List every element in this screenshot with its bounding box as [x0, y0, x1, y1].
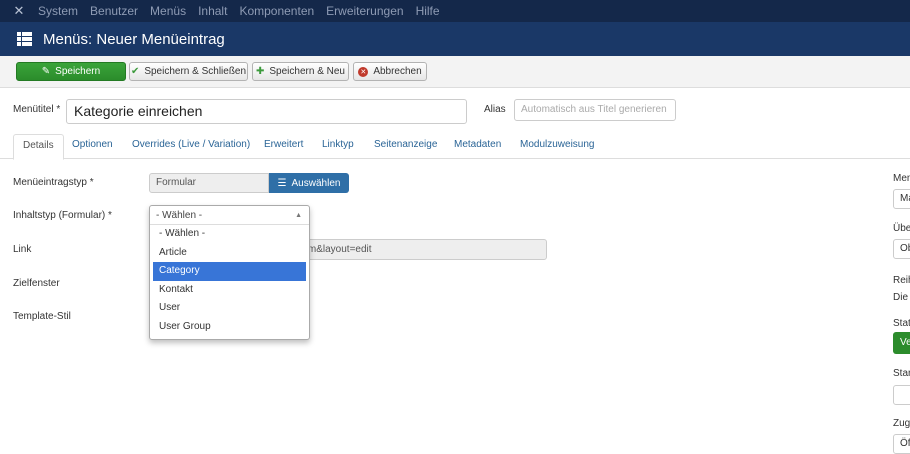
sidebar-label-home: Star — [893, 368, 910, 379]
select-button[interactable]: ☰ Auswählen — [269, 173, 349, 193]
tab-overrides[interactable]: Overrides (Live / Variation) — [132, 139, 250, 150]
cancel-button[interactable]: ✕ Abbrechen — [353, 62, 427, 81]
sidebar-parent-select[interactable]: Ob — [893, 239, 910, 259]
tab-metadaten[interactable]: Metadaten — [454, 139, 501, 150]
page-header: Menüs: Neuer Menüeintrag — [0, 22, 910, 56]
alias-label: Alias — [484, 104, 506, 115]
tab-details[interactable]: Details — [13, 134, 64, 160]
menu-inhalt[interactable]: Inhalt — [198, 4, 227, 18]
sidebar-order-text: Die — [893, 292, 909, 303]
tab-erweitert[interactable]: Erweitert — [264, 139, 303, 150]
content-type-label: Inhaltstyp (Formular) * — [13, 210, 112, 221]
menu-benutzer[interactable]: Benutzer — [90, 4, 138, 18]
sidebar-status-button[interactable]: Ve — [893, 332, 910, 354]
tab-optionen[interactable]: Optionen — [72, 139, 113, 150]
tab-modulzuweisung[interactable]: Modulzuweisung — [520, 139, 595, 150]
content-type-dropdown[interactable]: - Wählen - ▲ - Wählen - Article Category… — [149, 205, 310, 340]
title-label: Menütitel * — [13, 104, 61, 115]
edit-icon: ✎ — [41, 66, 51, 77]
dropdown-option[interactable]: - Wählen - — [153, 225, 306, 244]
save-close-label: Speichern & Schließen — [144, 66, 247, 77]
plus-icon: ✚ — [256, 66, 265, 77]
check-icon: ✔ — [130, 66, 140, 77]
list-icon: ☰ — [277, 177, 287, 189]
menu-system[interactable]: System — [38, 4, 78, 18]
template-style-label: Template-Stil — [13, 311, 71, 322]
save-label: Speichern — [55, 66, 101, 77]
joomla-icon[interactable]: ✕ — [0, 3, 38, 19]
dropdown-option[interactable]: User Group — [153, 318, 306, 337]
sidebar-label-order: Reih — [893, 275, 910, 286]
cancel-icon: ✕ — [358, 66, 369, 77]
sidebar-label-status: Stat — [893, 318, 910, 329]
save-button[interactable]: ✎ Speichern — [16, 62, 126, 81]
menu-komponenten[interactable]: Komponenten — [239, 4, 314, 18]
tab-seitenanzeige[interactable]: Seitenanzeige — [374, 139, 437, 150]
caret-up-icon: ▲ — [295, 212, 302, 219]
menu-type-label: Menüeintragstyp * — [13, 177, 94, 188]
tab-linktyp[interactable]: Linktyp — [322, 139, 354, 150]
target-label: Zielfenster — [13, 278, 60, 289]
sidebar-label-menu: Men — [893, 173, 910, 184]
sidebar-access-select[interactable]: Öf — [893, 434, 910, 454]
select-button-label: Auswählen — [291, 177, 341, 189]
menu-menus[interactable]: Menüs — [150, 4, 186, 18]
menu-hilfe[interactable]: Hilfe — [416, 4, 440, 18]
dropdown-selected[interactable]: - Wählen - ▲ — [150, 206, 309, 225]
dropdown-selected-label: - Wählen - — [156, 210, 203, 221]
dropdown-option-highlighted[interactable]: Category — [153, 262, 306, 281]
link-label: Link — [13, 244, 32, 255]
dropdown-option[interactable]: Kontakt — [153, 281, 306, 300]
sidebar-label-parent: Übe — [893, 223, 910, 234]
sidebar-label-access: Zug — [893, 418, 910, 429]
list-icon — [17, 32, 33, 46]
top-menu-bar: ✕ System Benutzer Menüs Inhalt Komponent… — [0, 0, 910, 22]
sidebar-menu-select[interactable]: Ma — [893, 189, 910, 209]
save-close-button[interactable]: ✔ Speichern & Schließen — [129, 62, 248, 81]
sidebar-home-toggle[interactable] — [893, 385, 910, 405]
page-title: Menüs: Neuer Menüeintrag — [43, 30, 225, 48]
dropdown-options: - Wählen - Article Category Kontakt User… — [150, 225, 309, 336]
save-new-button[interactable]: ✚ Speichern & Neu — [252, 62, 349, 81]
alias-input[interactable]: Automatisch aus Titel generieren — [514, 99, 676, 121]
title-input[interactable]: Kategorie einreichen — [66, 99, 467, 124]
menu-erweiterungen[interactable]: Erweiterungen — [326, 4, 403, 18]
save-new-label: Speichern & Neu — [269, 66, 345, 77]
dropdown-option[interactable]: User — [153, 299, 306, 318]
toolbar: ✎ Speichern ✔ Speichern & Schließen ✚ Sp… — [0, 56, 910, 88]
dropdown-option[interactable]: Article — [153, 244, 306, 263]
menu-type-field: Formular — [149, 173, 269, 193]
tab-bar: Details Optionen Overrides (Live / Varia… — [0, 134, 910, 160]
cancel-label: Abbrechen — [373, 66, 422, 77]
